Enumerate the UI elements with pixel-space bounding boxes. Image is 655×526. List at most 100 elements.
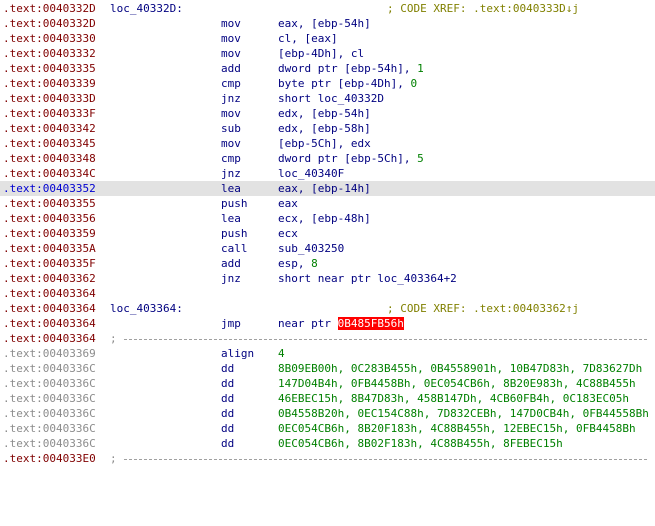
operands[interactable]: cl, [eax]: [278, 31, 338, 46]
listing-line[interactable]: .text:00403364 loc_403364: ; CODE XREF: …: [0, 301, 655, 316]
listing-line[interactable]: .text:00403330 mov cl, [eax]: [0, 31, 655, 46]
disassembly-listing[interactable]: .text:0040332D loc_40332D: ; CODE XREF: …: [0, 0, 655, 470]
listing-line[interactable]: .text:00403348 cmp dword ptr [ebp-5Ch], …: [0, 151, 655, 166]
operands[interactable]: 0EC054CB6h, 8B20F183h, 4C88B455h, 12EBEC…: [278, 421, 636, 436]
listing-line[interactable]: .text:0040336C dd 0B4558B20h, 0EC154C88h…: [0, 406, 655, 421]
address: .text:0040334C: [3, 167, 96, 180]
operands[interactable]: [ebp-4Dh], cl: [278, 46, 364, 61]
address: .text:00403359: [3, 227, 96, 240]
listing-line[interactable]: .text:00403345 mov [ebp-5Ch], edx: [0, 136, 655, 151]
listing-line-selected[interactable]: .text:00403352 lea eax, [ebp-14h]: [0, 181, 655, 196]
operands[interactable]: 8B09EB00h, 0C283B455h, 0B4558901h, 10B47…: [278, 361, 642, 376]
operands[interactable]: dword ptr [ebp-5Ch], 5: [278, 151, 424, 166]
listing-line[interactable]: .text:00403359 push ecx: [0, 226, 655, 241]
listing-line[interactable]: .text:0040336C dd 0EC054CB6h, 8B02F183h,…: [0, 436, 655, 451]
mnemonic: dd: [221, 437, 235, 450]
operands[interactable]: short loc_40332D: [278, 91, 384, 106]
data-values: 0EC054CB6h, 8B20F183h, 4C88B455h, 12EBEC…: [278, 422, 636, 435]
data-values: 147D04B4h, 0FB4458Bh, 0EC054CB6h, 8B20E9…: [278, 377, 636, 390]
mnemonic: dd: [221, 377, 235, 390]
operands[interactable]: dword ptr [ebp-54h], 1: [278, 61, 424, 76]
listing-line[interactable]: .text:00403335 add dword ptr [ebp-54h], …: [0, 61, 655, 76]
operands[interactable]: [ebp-5Ch], edx: [278, 136, 371, 151]
mnemonic: mov: [221, 17, 241, 30]
operands[interactable]: 0EC054CB6h, 8B02F183h, 4C88B455h, 8FEBEC…: [278, 436, 563, 451]
address: .text:0040335F: [3, 257, 96, 270]
invalid-address-operand[interactable]: 0B485FB56h: [337, 317, 404, 330]
operands[interactable]: 4: [278, 346, 285, 361]
data-values: 0B4558B20h, 0EC154C88h, 7D832CEBh, 147D0…: [278, 407, 649, 420]
address: .text:00403355: [3, 197, 96, 210]
address: .text:00403364: [3, 302, 96, 315]
operands[interactable]: sub_403250: [278, 241, 344, 256]
address: .text:0040332D: [3, 17, 96, 30]
listing-line[interactable]: .text:00403332 mov [ebp-4Dh], cl: [0, 46, 655, 61]
mnemonic: push: [221, 227, 248, 240]
mnemonic: push: [221, 197, 248, 210]
address: .text:00403345: [3, 137, 96, 150]
listing-line[interactable]: .text:0040335A call sub_403250: [0, 241, 655, 256]
listing-line[interactable]: .text:00403355 push eax: [0, 196, 655, 211]
data-values: 8B09EB00h, 0C283B455h, 0B4558901h, 10B47…: [278, 362, 643, 375]
address: .text:0040336C: [3, 422, 96, 435]
listing-line[interactable]: .text:004033E0 ;: [0, 451, 655, 466]
separator-line: [124, 459, 647, 460]
listing-line[interactable]: .text:00403356 lea ecx, [ebp-48h]: [0, 211, 655, 226]
listing-line[interactable]: .text:0040336C dd 8B09EB00h, 0C283B455h,…: [0, 361, 655, 376]
immediate-value: 4: [278, 347, 285, 360]
mnemonic: cmp: [221, 152, 241, 165]
mnemonic: jmp: [221, 317, 241, 330]
mnemonic: align: [221, 347, 255, 360]
address: .text:00403348: [3, 152, 96, 165]
operands[interactable]: 0B4558B20h, 0EC154C88h, 7D832CEBh, 147D0…: [278, 406, 649, 421]
mnemonic: lea: [221, 182, 241, 195]
operands[interactable]: 147D04B4h, 0FB4458Bh, 0EC054CB6h, 8B20E9…: [278, 376, 636, 391]
operands[interactable]: byte ptr [ebp-4Dh], 0: [278, 76, 417, 91]
operands[interactable]: near ptr 0B485FB56h: [278, 316, 404, 331]
operands[interactable]: esp, 8: [278, 256, 318, 271]
mnemonic: cmp: [221, 77, 241, 90]
address: .text:0040336C: [3, 392, 96, 405]
listing-line[interactable]: .text:0040336C dd 46EBEC15h, 8B47D83h, 4…: [0, 391, 655, 406]
address: .text:0040335A: [3, 242, 96, 255]
listing-line[interactable]: .text:00403362 jnz short near ptr loc_40…: [0, 271, 655, 286]
listing-line[interactable]: .text:00403369 align 4: [0, 346, 655, 361]
operands[interactable]: short near ptr loc_403364+2: [278, 271, 457, 286]
immediate-value: 8: [311, 257, 318, 270]
immediate-value: 5: [417, 152, 424, 165]
listing-line[interactable]: .text:0040336C dd 0EC054CB6h, 8B20F183h,…: [0, 421, 655, 436]
operands[interactable]: eax, [ebp-14h]: [278, 181, 371, 196]
operands[interactable]: eax: [278, 196, 298, 211]
xref-comment[interactable]: ; CODE XREF: .text:00403362↑j: [387, 301, 579, 316]
listing-line[interactable]: .text:0040335F add esp, 8: [0, 256, 655, 271]
listing-line[interactable]: .text:0040334C jnz loc_40340F: [0, 166, 655, 181]
mnemonic: dd: [221, 407, 235, 420]
operands[interactable]: edx, [ebp-58h]: [278, 121, 371, 136]
operands[interactable]: 46EBEC15h, 8B47D83h, 458B147Dh, 4CB60FB4…: [278, 391, 629, 406]
mnemonic: dd: [221, 362, 235, 375]
code-label[interactable]: loc_403364:: [110, 301, 183, 316]
separator-comment: ;: [110, 332, 117, 345]
operands[interactable]: loc_40340F: [278, 166, 344, 181]
listing-line[interactable]: .text:0040332D loc_40332D: ; CODE XREF: …: [0, 1, 655, 16]
listing-line[interactable]: .text:00403342 sub edx, [ebp-58h]: [0, 121, 655, 136]
listing-line[interactable]: .text:0040333F mov edx, [ebp-54h]: [0, 106, 655, 121]
code-label[interactable]: loc_40332D:: [110, 1, 183, 16]
mnemonic: add: [221, 62, 241, 75]
operands[interactable]: edx, [ebp-54h]: [278, 106, 371, 121]
listing-line[interactable]: .text:00403364 jmp near ptr 0B485FB56h: [0, 316, 655, 331]
mnemonic: dd: [221, 392, 235, 405]
listing-line[interactable]: .text:0040336C dd 147D04B4h, 0FB4458Bh, …: [0, 376, 655, 391]
listing-line[interactable]: .text:0040332D mov eax, [ebp-54h]: [0, 16, 655, 31]
separator-line: [124, 339, 647, 340]
listing-line[interactable]: .text:00403364: [0, 286, 655, 301]
operands[interactable]: eax, [ebp-54h]: [278, 16, 371, 31]
listing-line[interactable]: .text:00403364 ;: [0, 331, 655, 346]
address: .text:00403339: [3, 77, 96, 90]
listing-line[interactable]: .text:0040333D jnz short loc_40332D: [0, 91, 655, 106]
xref-comment[interactable]: ; CODE XREF: .text:0040333D↓j: [387, 1, 579, 16]
listing-line[interactable]: .text:00403339 cmp byte ptr [ebp-4Dh], 0: [0, 76, 655, 91]
immediate-value: 1: [417, 62, 424, 75]
operands[interactable]: ecx, [ebp-48h]: [278, 211, 371, 226]
operands[interactable]: ecx: [278, 226, 298, 241]
